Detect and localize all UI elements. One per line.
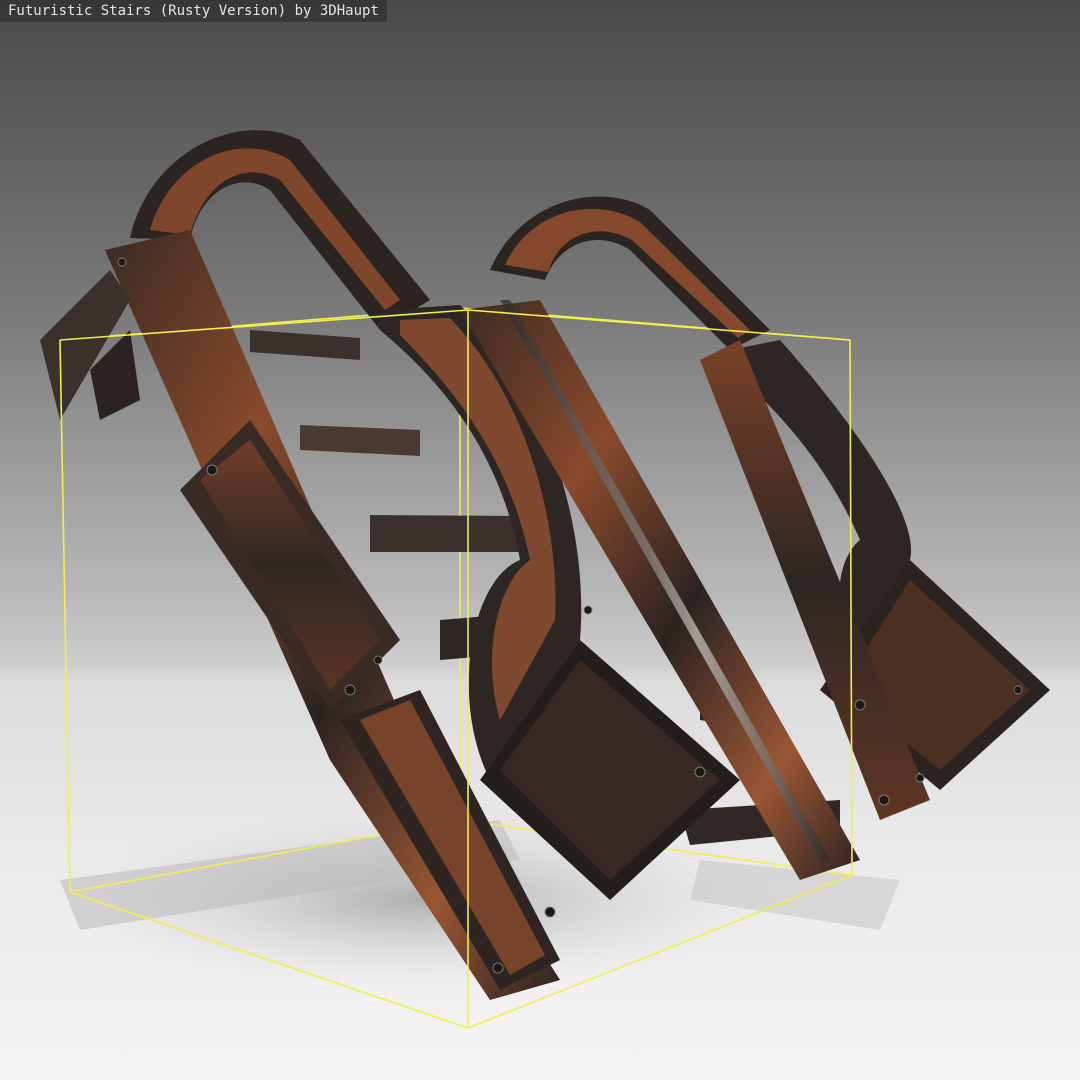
model-title: Futuristic Stairs (Rusty Version) by 3DH…	[8, 3, 379, 19]
model-title-bar: Futuristic Stairs (Rusty Version) by 3DH…	[0, 0, 387, 22]
stairs-model-render	[40, 130, 1050, 1029]
3d-viewport[interactable]: Futuristic Stairs (Rusty Version) by 3DH…	[0, 0, 1080, 1080]
